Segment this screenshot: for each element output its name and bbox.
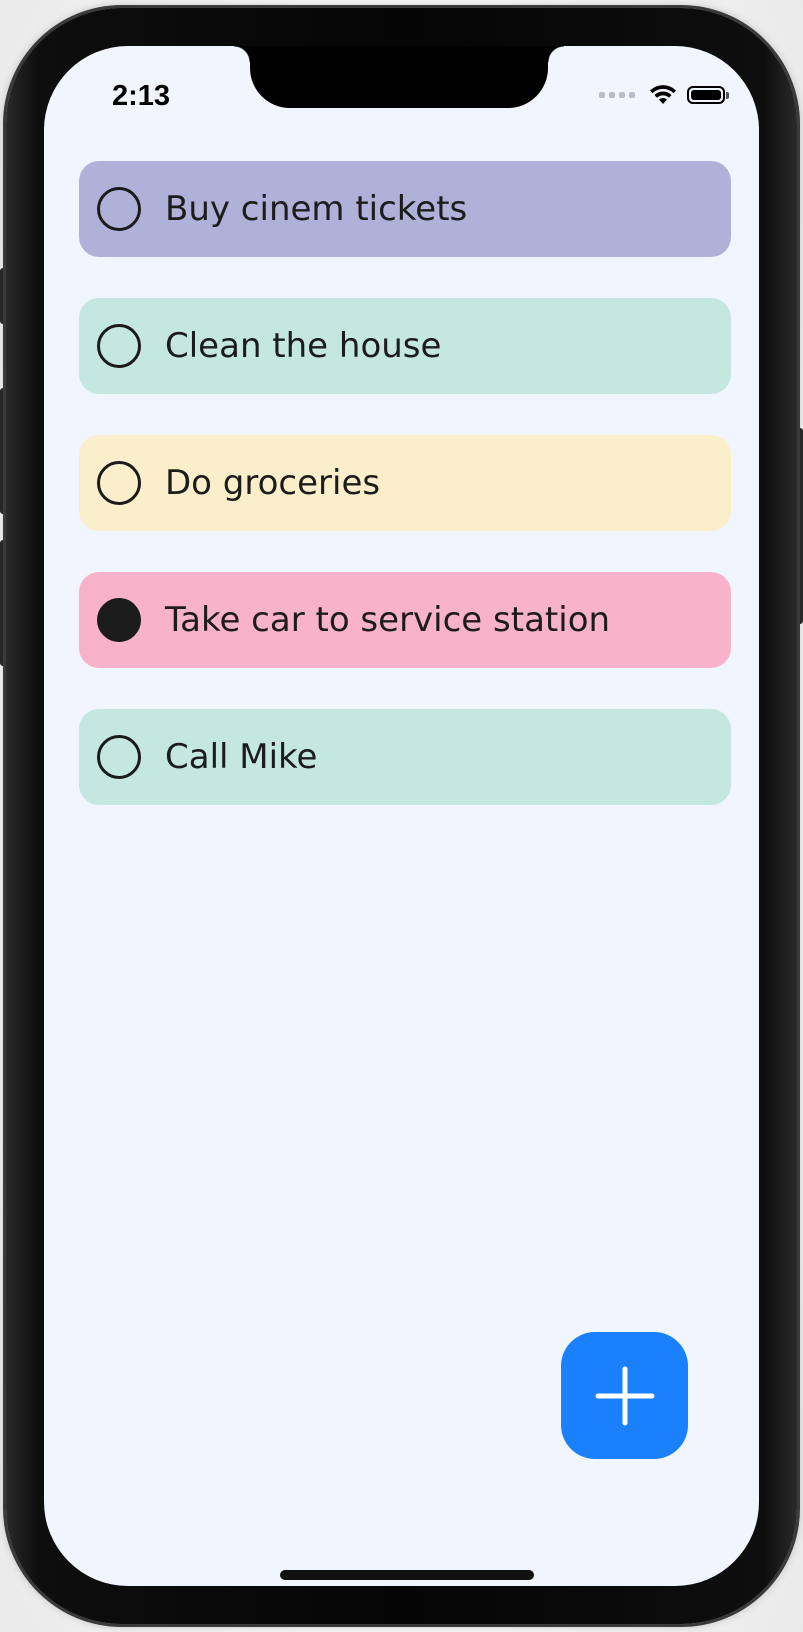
task-item[interactable]: Clean the house xyxy=(79,298,731,394)
unchecked-circle-icon[interactable] xyxy=(97,324,141,368)
task-label: Take car to service station xyxy=(165,600,611,640)
home-indicator xyxy=(280,1570,534,1580)
task-label: Call Mike xyxy=(165,737,318,777)
cellular-signal-icon xyxy=(599,92,635,98)
checked-circle-icon[interactable] xyxy=(97,598,141,642)
app-screen: 2:13 Buy cinem tickets Clean the house Do … xyxy=(44,46,759,1586)
task-item[interactable]: Do groceries xyxy=(79,435,731,531)
phone-frame: 2:13 Buy cinem tickets Clean the house Do … xyxy=(6,8,797,1624)
battery-icon xyxy=(687,86,729,104)
task-item[interactable]: Buy cinem tickets xyxy=(79,161,731,257)
task-item[interactable]: Call Mike xyxy=(79,709,731,805)
status-time: 2:13 xyxy=(112,80,171,112)
add-task-button[interactable] xyxy=(561,1332,688,1459)
unchecked-circle-icon[interactable] xyxy=(97,461,141,505)
wifi-icon xyxy=(650,85,676,104)
plus-icon xyxy=(595,1366,654,1425)
task-label: Buy cinem tickets xyxy=(165,189,468,229)
status-icons xyxy=(599,84,729,106)
unchecked-circle-icon[interactable] xyxy=(97,187,141,231)
task-label: Do groceries xyxy=(165,463,381,503)
task-list: Buy cinem tickets Clean the house Do groce… xyxy=(79,161,731,846)
unchecked-circle-icon[interactable] xyxy=(97,735,141,779)
task-item[interactable]: Take car to service station xyxy=(79,572,731,668)
device-stage: 2:13 Buy cinem tickets Clean the house Do … xyxy=(0,0,803,1632)
notch xyxy=(234,46,564,108)
task-label: Clean the house xyxy=(165,326,442,366)
